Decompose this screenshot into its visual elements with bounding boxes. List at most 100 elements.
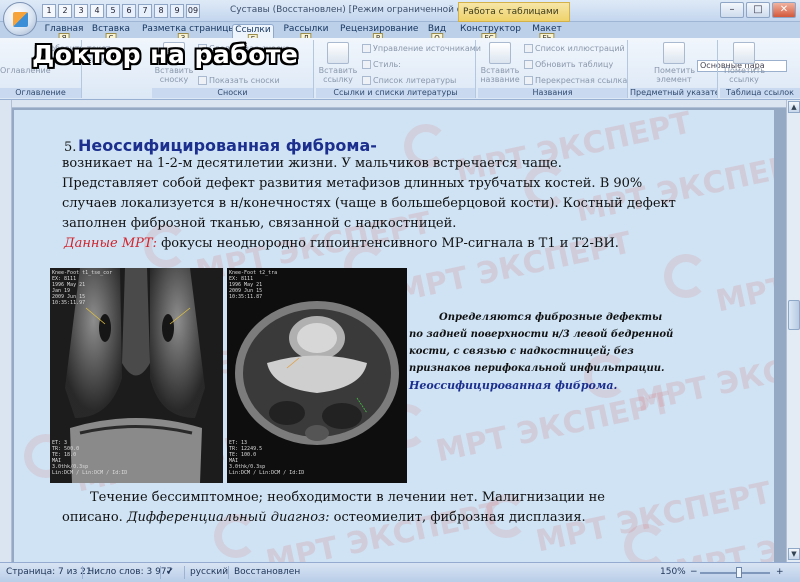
group-label: Таблица ссылок	[720, 88, 800, 98]
cross-reference-icon	[524, 76, 533, 85]
group-label: Предметный указатель	[630, 88, 717, 98]
tab-references[interactable]: СсылкиЕ	[232, 24, 274, 44]
maximize-button[interactable]: □	[746, 2, 770, 18]
group-index: Пометить элемент Предметный указатель	[630, 40, 718, 98]
group-captions: Вставить название Список иллюстраций Обн…	[478, 40, 628, 98]
mri1-meta-bottom: ET: 3 TR: 500.0 TE: 18.0 MAI 3.0thk/0.3s…	[52, 440, 128, 476]
watermark-logo-icon	[624, 524, 668, 562]
section-heading: Неоссифицированная фиброма-	[78, 136, 377, 155]
bibliography-button[interactable]: Список литературы	[362, 76, 456, 85]
status-separator	[228, 566, 229, 579]
mri2-meta-top: Knee-Foot t2_tra EX: 8111 1996 May 21 20…	[229, 270, 278, 300]
tab-layout[interactable]: МакетЕЬ	[530, 24, 564, 43]
mrt-line: Данные МРТ: фокусы неоднородно гипоинтен…	[64, 236, 619, 251]
minimize-button[interactable]: –	[720, 2, 744, 18]
style-label: Стиль:	[362, 60, 401, 69]
image-caption: Определяются фиброзные дефекты по задней…	[409, 309, 714, 394]
mri-axial-image: Knee-Foot t2_tra EX: 8111 1996 May 21 20…	[227, 268, 407, 483]
body-line-4: заполнен фиброзной тканью, связанной с н…	[62, 216, 457, 231]
watermark-logo-icon	[664, 254, 708, 298]
table-of-figures-button[interactable]: Список иллюстраций	[524, 44, 625, 53]
zoom-slider[interactable]	[700, 572, 770, 574]
office-button[interactable]	[3, 2, 37, 36]
mri-coronal-image: Knee-Foot t1_tse_cor EX: 8111 1996 May 2…	[50, 268, 223, 483]
tab-home[interactable]: ГлавнаяЯ	[44, 24, 84, 43]
heading-number: 5.	[64, 140, 77, 155]
group-label: Ссылки и списки литературы	[316, 88, 475, 98]
scroll-thumb[interactable]	[788, 300, 800, 330]
status-separator	[82, 566, 83, 579]
status-separator	[160, 566, 161, 579]
body-line-3: случаев локализуется в н/конечностях (ча…	[62, 196, 676, 211]
mrt-text: фокусы неоднородно гипоинтенсивного МР-с…	[156, 236, 619, 251]
manage-sources-button[interactable]: Управление источниками	[362, 44, 481, 53]
scroll-up-button[interactable]: ▲	[788, 101, 800, 113]
body-line-2: Представляет собой дефект развития метаф…	[62, 176, 643, 191]
caption-line-2: по задней поверхности н/3 левой бедренно…	[409, 329, 674, 340]
qat-button-9[interactable]: 9	[170, 4, 184, 18]
page-indicator[interactable]: Страница: 7 из 21	[6, 567, 92, 577]
bibliography-icon	[362, 76, 371, 85]
qat-button-5[interactable]: 5	[106, 4, 120, 18]
caption-line-4: признаков перифокальной инфильтрации.	[409, 363, 665, 374]
status-separator	[184, 566, 185, 579]
office-logo-icon	[13, 12, 28, 27]
watermark-text: МРТ ЭКСПЕРТ	[712, 235, 774, 320]
horizontal-ruler	[12, 100, 786, 108]
zoom-in-icon[interactable]: +	[776, 567, 784, 577]
mark-citation-icon	[733, 42, 755, 64]
window-controls: – □ ✕	[720, 2, 796, 18]
qat-button-1[interactable]: 1	[42, 4, 56, 18]
caption-icon	[489, 42, 511, 64]
show-notes-icon	[198, 76, 207, 85]
mode-indicator: Восстановлен	[234, 567, 301, 577]
vertical-scrollbar[interactable]: ▲ ▼	[786, 100, 800, 562]
zoom-slider-knob[interactable]	[736, 567, 742, 578]
document-area: МРТ ЭКСПЕРТ МРТ ЭКСПЕРТ МРТ ЭКСПЕРТ МРТ ЭКС…	[0, 100, 786, 562]
qat-button-6[interactable]: 6	[122, 4, 136, 18]
mri2-meta-bottom: ET: 13 TR: 12249.5 TE: 100.0 MAI 3.0thk/…	[229, 440, 305, 476]
zoom-level[interactable]: 150%	[660, 567, 686, 577]
ribbon-tab-strip: ГлавнаяЯ ВставкаС Разметка страницыЗ Ссы…	[0, 22, 800, 44]
figures-icon	[524, 44, 533, 53]
insert-caption-button[interactable]: Вставить название	[480, 42, 520, 84]
qat-button-7[interactable]: 7	[138, 4, 152, 18]
group-label: Сноски	[152, 88, 313, 98]
qat-button-8[interactable]: 8	[154, 4, 168, 18]
vertical-ruler	[0, 100, 12, 562]
insert-citation-button[interactable]: Вставить ссылку	[318, 42, 358, 84]
group-authorities: Пометить ссылку Таблица ссылок	[720, 40, 800, 98]
group-label: Оглавление	[0, 88, 81, 98]
tab-design[interactable]: КонструкторЕС	[460, 24, 521, 43]
manage-sources-icon	[362, 44, 371, 53]
title-bar: 1 2 3 4 5 6 7 8 9 09 Суставы (Восстановлен) [Режи…	[0, 0, 800, 22]
update-icon	[524, 60, 533, 69]
tab-insert[interactable]: ВставкаС	[90, 24, 132, 43]
citation-icon	[327, 42, 349, 64]
qat-button-2[interactable]: 2	[58, 4, 72, 18]
show-notes-button[interactable]: Показать сноски	[198, 76, 280, 85]
qat-button-3[interactable]: 3	[74, 4, 88, 18]
scroll-down-button[interactable]: ▼	[788, 548, 800, 560]
spellcheck-icon[interactable]: ✔	[166, 567, 174, 577]
mark-entry-button[interactable]: Пометить элемент	[654, 42, 695, 84]
tab-view[interactable]: ВидО	[424, 24, 450, 43]
document-page[interactable]: МРТ ЭКСПЕРТ МРТ ЭКСПЕРТ МРТ ЭКСПЕРТ МРТ ЭКС…	[14, 110, 774, 562]
qat-button-10[interactable]: 09	[186, 4, 200, 18]
group-citations: Вставить ссылку Управление источниками С…	[316, 40, 787, 98]
language-indicator[interactable]: русский	[190, 567, 228, 577]
cross-reference-button[interactable]: Перекрестная ссылка	[524, 76, 627, 85]
tab-review[interactable]: РецензированиеР	[340, 24, 418, 43]
close-button[interactable]: ✕	[772, 2, 796, 18]
watermark-text: МРТ ЭКСПЕРТ	[262, 495, 505, 562]
status-bar: Страница: 7 из 21 Число слов: 3 977 ✔ ру…	[0, 562, 800, 582]
tab-page-layout[interactable]: Разметка страницыЗ	[142, 24, 236, 43]
qat-button-4[interactable]: 4	[90, 4, 104, 18]
update-table-button[interactable]: Обновить таблицу	[524, 60, 613, 69]
bottom-line-2: описано. Дифференциальный диагноз: остео…	[62, 510, 586, 525]
tab-mailings[interactable]: РассылкиЛ	[282, 24, 330, 43]
mark-citation-button[interactable]: Пометить ссылку	[724, 42, 765, 84]
zoom-out-icon[interactable]: −	[690, 567, 698, 577]
mri1-meta-top: Knee-Foot t1_tse_cor EX: 8111 1996 May 2…	[52, 270, 113, 306]
mark-entry-icon	[663, 42, 685, 64]
